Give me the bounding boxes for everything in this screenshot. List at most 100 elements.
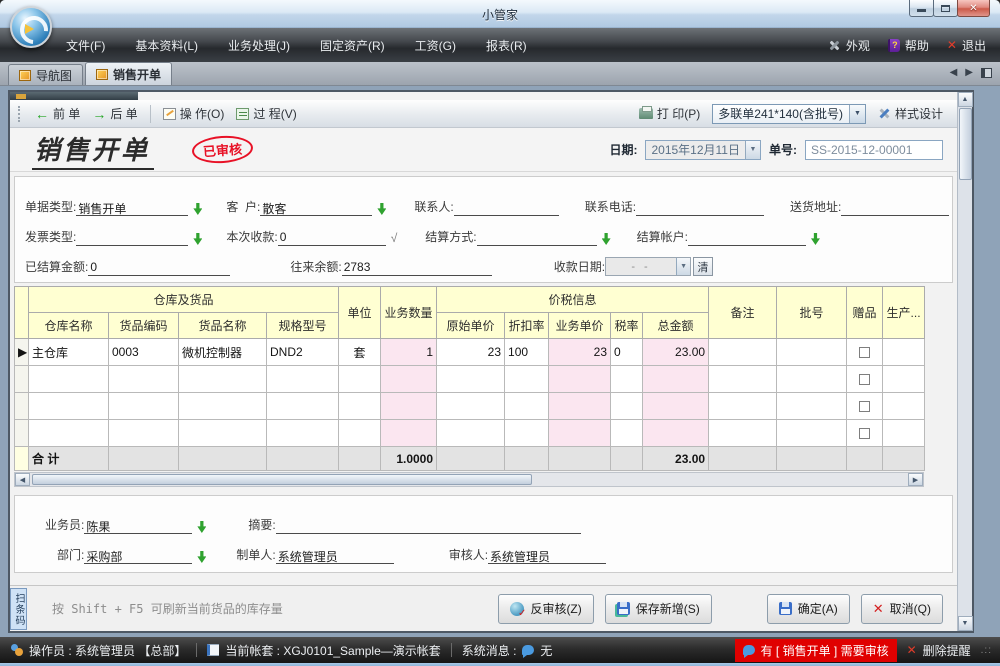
gift-checkbox[interactable] bbox=[859, 347, 871, 359]
empty-price-cell[interactable] bbox=[548, 392, 612, 420]
tab-scroll-left-icon[interactable]: ◀ bbox=[950, 67, 958, 78]
empty-qty-cell[interactable] bbox=[380, 392, 438, 420]
remark-cell[interactable] bbox=[708, 338, 778, 366]
tab-list-icon[interactable] bbox=[981, 67, 992, 78]
menu-payroll[interactable]: 工资(G) bbox=[415, 37, 456, 54]
unit-cell[interactable]: 套 bbox=[338, 338, 382, 366]
gift-checkbox[interactable] bbox=[859, 401, 871, 413]
empty-cell[interactable] bbox=[436, 392, 506, 420]
chevron-down-icon[interactable]: ▼ bbox=[676, 258, 691, 275]
warehouse-cell[interactable]: 主仓库 bbox=[28, 338, 109, 366]
phone-field[interactable] bbox=[636, 200, 765, 216]
horizontal-scrollbar[interactable]: ◀ ▶ bbox=[14, 472, 924, 487]
minimize-button[interactable] bbox=[909, 0, 934, 17]
audit-alert-badge[interactable]: 有 [ 销售开单 ] 需要审核 bbox=[734, 638, 897, 662]
exit-button[interactable]: ✕ 退出 bbox=[947, 37, 986, 54]
empty-cell[interactable] bbox=[882, 365, 926, 393]
empty-cell[interactable] bbox=[108, 365, 179, 393]
print-template-select[interactable]: 多联单241*140(含批号) ▼ bbox=[712, 103, 866, 124]
prev-order-button[interactable]: ← 前 单 bbox=[29, 103, 86, 124]
orig-price-cell[interactable]: 23 bbox=[436, 338, 506, 366]
amount-cell[interactable]: 23.00 bbox=[642, 338, 710, 366]
menu-fixed-assets[interactable]: 固定资产(R) bbox=[320, 37, 385, 54]
scroll-up-icon[interactable]: ▲ bbox=[957, 92, 973, 107]
calculator-check-icon[interactable]: √ bbox=[391, 231, 398, 245]
dropdown-arrow-icon[interactable] bbox=[197, 521, 207, 533]
tab-navigation-map[interactable]: 导航图 bbox=[8, 64, 84, 85]
gift-checkbox[interactable] bbox=[859, 428, 871, 440]
empty-gift-cell[interactable] bbox=[846, 419, 884, 447]
discount-cell[interactable]: 100 bbox=[504, 338, 550, 366]
empty-price-cell[interactable] bbox=[548, 365, 612, 393]
address-field[interactable] bbox=[841, 200, 950, 216]
dropdown-arrow-icon[interactable] bbox=[377, 203, 387, 215]
empty-cell[interactable] bbox=[882, 419, 926, 447]
empty-cell[interactable] bbox=[436, 419, 506, 447]
scroll-down-icon[interactable]: ▼ bbox=[957, 616, 973, 631]
dropdown-arrow-icon[interactable] bbox=[601, 233, 611, 245]
vertical-scroll-thumb[interactable] bbox=[958, 108, 972, 180]
empty-cell[interactable] bbox=[338, 365, 382, 393]
summary-field[interactable] bbox=[275, 518, 581, 534]
empty-gift-cell[interactable] bbox=[846, 365, 884, 393]
cancel-button[interactable]: ✕ 取消(Q) bbox=[860, 593, 943, 624]
menu-reports[interactable]: 报表(R) bbox=[486, 37, 527, 54]
dropdown-arrow-icon[interactable] bbox=[193, 203, 203, 215]
settle-account-field[interactable] bbox=[687, 230, 806, 246]
contact-field[interactable] bbox=[453, 200, 559, 216]
empty-cell[interactable] bbox=[708, 419, 778, 447]
appearance-button[interactable]: 外观 bbox=[828, 37, 870, 54]
help-button[interactable]: 帮助 bbox=[887, 37, 929, 54]
empty-cell[interactable] bbox=[708, 365, 778, 393]
date-picker[interactable]: 2015年12月11日 ▼ bbox=[645, 139, 761, 160]
empty-cell[interactable] bbox=[265, 419, 340, 447]
empty-qty-cell[interactable] bbox=[380, 419, 438, 447]
empty-cell[interactable] bbox=[178, 392, 267, 420]
chevron-down-icon[interactable]: ▼ bbox=[848, 104, 865, 123]
code-cell[interactable]: 0003 bbox=[108, 338, 179, 366]
scan-barcode-tab[interactable]: 扫条码 bbox=[10, 588, 27, 630]
empty-cell[interactable] bbox=[178, 365, 267, 393]
scroll-left-icon[interactable]: ◀ bbox=[15, 473, 30, 486]
empty-cell[interactable] bbox=[28, 419, 109, 447]
empty-gift-cell[interactable] bbox=[846, 392, 884, 420]
delete-reminder-button[interactable]: ✕ 删除提醒 bbox=[905, 642, 973, 659]
empty-qty-cell[interactable] bbox=[380, 365, 438, 393]
tax-cell[interactable]: 0 bbox=[610, 338, 644, 366]
tab-scroll-right-icon[interactable]: ▶ bbox=[965, 67, 973, 78]
empty-cell[interactable] bbox=[504, 419, 550, 447]
bill-type-field[interactable]: 销售开单 bbox=[76, 200, 189, 216]
empty-price-cell[interactable] bbox=[548, 419, 612, 447]
qty-cell[interactable]: 1 bbox=[380, 338, 438, 366]
operate-menu-button[interactable]: 操 作(O) bbox=[157, 103, 231, 124]
receipt-date-picker[interactable]: - - ▼ bbox=[605, 257, 692, 276]
empty-cell[interactable] bbox=[504, 365, 550, 393]
payment-field[interactable]: 0 bbox=[277, 230, 386, 246]
maximize-button[interactable] bbox=[933, 0, 958, 17]
batch-cell[interactable] bbox=[776, 338, 848, 366]
empty-cell[interactable] bbox=[178, 419, 267, 447]
empty-cell[interactable] bbox=[610, 419, 644, 447]
empty-cell[interactable] bbox=[28, 365, 109, 393]
dropdown-arrow-icon[interactable] bbox=[197, 551, 207, 563]
name-cell[interactable]: 微机控制器 bbox=[178, 338, 267, 366]
empty-cell[interactable] bbox=[610, 392, 644, 420]
empty-cell[interactable] bbox=[610, 365, 644, 393]
empty-cell[interactable] bbox=[776, 419, 848, 447]
salesman-field[interactable]: 陈果 bbox=[84, 518, 193, 534]
production-cell[interactable] bbox=[882, 338, 926, 366]
empty-cell[interactable] bbox=[882, 392, 926, 420]
gift-checkbox[interactable] bbox=[859, 374, 871, 386]
order-no-field[interactable]: SS-2015-12-00001 bbox=[805, 139, 943, 160]
invoice-type-field[interactable] bbox=[76, 230, 189, 246]
empty-cell[interactable] bbox=[108, 392, 179, 420]
save-new-button[interactable]: 保存新增(S) bbox=[604, 593, 712, 624]
horizontal-scroll-thumb[interactable] bbox=[32, 474, 532, 485]
menu-file[interactable]: 文件(F) bbox=[66, 37, 105, 54]
customer-field[interactable]: 散客 bbox=[260, 200, 373, 216]
chevron-down-icon[interactable]: ▼ bbox=[745, 140, 760, 159]
dropdown-arrow-icon[interactable] bbox=[810, 233, 820, 245]
tab-sales-order[interactable]: 销售开单 bbox=[85, 62, 173, 85]
settle-method-field[interactable] bbox=[476, 230, 597, 246]
empty-amount-cell[interactable] bbox=[642, 365, 710, 393]
